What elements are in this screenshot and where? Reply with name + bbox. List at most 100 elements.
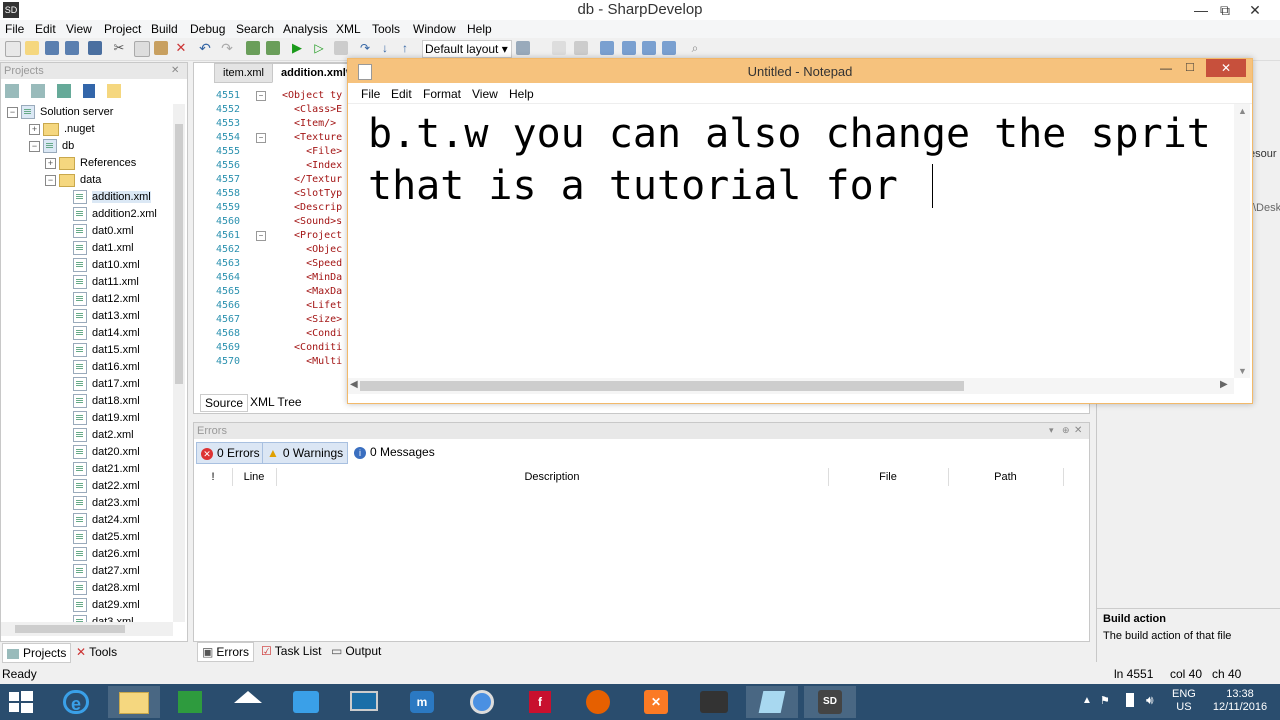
fold-toggle-icon[interactable]: − <box>256 91 266 101</box>
tree-item[interactable]: dat20.xml <box>73 444 140 461</box>
expand-toggle-icon[interactable]: − <box>45 174 56 186</box>
errors-filter-button[interactable]: ✕ 0 Errors <box>196 442 265 464</box>
properties-icon[interactable] <box>83 84 95 98</box>
tab-projects[interactable]: Projects <box>2 643 72 663</box>
tree-item[interactable]: dat15.xml <box>73 342 140 359</box>
comment-icon[interactable] <box>552 41 566 55</box>
notepad-hscroll-thumb[interactable] <box>360 381 964 391</box>
notepad-menu-edit[interactable]: Edit <box>391 87 412 101</box>
indent-icon[interactable] <box>574 41 588 55</box>
taskbar-sharpdevelop[interactable]: SD <box>804 686 856 718</box>
volume-icon[interactable]: 🔊︎ <box>1146 693 1154 708</box>
tree-item[interactable]: dat18.xml <box>73 393 140 410</box>
taskbar-maxthon[interactable]: m <box>396 686 448 718</box>
expand-toggle-icon[interactable]: + <box>29 123 40 135</box>
tree-item[interactable]: + References <box>45 155 136 172</box>
scroll-up-icon[interactable]: ▲ <box>1238 106 1247 116</box>
column-description[interactable]: Description <box>276 468 829 486</box>
tree-item[interactable]: addition2.xml <box>73 206 157 223</box>
notepad-menu-file[interactable]: File <box>361 87 380 101</box>
redo-icon[interactable]: ↷ <box>220 41 234 55</box>
clock[interactable]: 13:38 12/11/2016 <box>1210 688 1270 714</box>
tree-item[interactable]: dat16.xml <box>73 359 140 376</box>
tree-item[interactable]: addition.xml <box>73 189 151 206</box>
notepad-minimize-button[interactable]: — <box>1160 61 1172 75</box>
taskbar-firefox[interactable] <box>572 686 624 718</box>
tab-xml-tree[interactable]: XML Tree <box>246 394 306 410</box>
language-indicator[interactable]: ENG US <box>1172 688 1196 714</box>
notepad-menu-view[interactable]: View <box>472 87 498 101</box>
taskbar-store[interactable] <box>164 686 216 718</box>
new-file-icon[interactable] <box>5 41 21 57</box>
paste-icon[interactable] <box>154 41 168 55</box>
taskbar-file-explorer[interactable] <box>108 686 160 718</box>
pad-close-icon[interactable]: ✕ <box>171 65 179 76</box>
tree-item[interactable]: dat21.xml <box>73 461 140 478</box>
scroll-left-icon[interactable]: ◀ <box>350 379 358 390</box>
step-into-icon[interactable]: ↓ <box>378 41 392 55</box>
save-as-icon[interactable] <box>88 41 102 55</box>
expand-toggle-icon[interactable]: − <box>29 140 40 152</box>
notepad-menu-help[interactable]: Help <box>509 87 534 101</box>
tree-scroll-thumb[interactable] <box>175 124 183 384</box>
menu-search[interactable]: Search <box>236 22 274 36</box>
tab-addition-xml[interactable]: addition.xml* <box>272 63 360 83</box>
delete-icon[interactable]: ✕ <box>174 41 188 55</box>
menu-window[interactable]: Window <box>413 22 456 36</box>
tree-item[interactable]: dat23.xml <box>73 495 140 512</box>
tree-horizontal-scrollbar[interactable] <box>1 622 173 636</box>
menu-project[interactable]: Project <box>104 22 141 36</box>
menu-view[interactable]: View <box>66 22 92 36</box>
tree-item[interactable]: dat28.xml <box>73 580 140 597</box>
column-severity[interactable]: ! <box>194 468 233 486</box>
close-button[interactable]: ✕ <box>1240 0 1270 20</box>
tree-item[interactable]: dat27.xml <box>73 563 140 580</box>
errors-close-icon[interactable]: ✕ <box>1074 425 1082 436</box>
bookmark-icon[interactable] <box>516 41 530 55</box>
scroll-right-icon[interactable]: ▶ <box>1220 379 1228 390</box>
bookmark-next-icon[interactable] <box>642 41 656 55</box>
refresh-icon[interactable] <box>31 84 45 98</box>
run-without-debug-icon[interactable]: ▷ <box>312 41 326 55</box>
menu-help[interactable]: Help <box>467 22 492 36</box>
tree-item[interactable]: − db <box>29 138 74 155</box>
scroll-down-icon[interactable]: ▼ <box>1238 366 1247 376</box>
tree-item[interactable]: dat3.xml <box>73 614 134 622</box>
menu-tools[interactable]: Tools <box>372 22 400 36</box>
tree-item[interactable]: dat11.xml <box>73 274 139 291</box>
open-folder-icon[interactable] <box>25 41 39 55</box>
maximize-button[interactable]: ⧉ <box>1210 0 1240 20</box>
notepad-menu-format[interactable]: Format <box>423 87 461 101</box>
expand-toggle-icon[interactable]: − <box>7 106 18 118</box>
notepad-text-area[interactable]: b.t.w you can also change the sprit that… <box>348 104 1234 378</box>
tab-tools[interactable]: ✕ Tools <box>72 643 121 661</box>
tree-hscroll-thumb[interactable] <box>15 625 125 633</box>
undo-icon[interactable]: ↶ <box>198 41 212 55</box>
bookmark-toggle-icon[interactable] <box>600 41 614 55</box>
tab-output[interactable]: ▭ Output <box>327 642 385 660</box>
taskbar-mail[interactable] <box>280 686 332 718</box>
save-all-icon[interactable] <box>65 41 79 55</box>
notepad-horizontal-scrollbar[interactable]: ◀ ▶ <box>348 378 1234 394</box>
find-icon[interactable]: ⌕ <box>688 41 702 55</box>
build-all-icon[interactable] <box>266 41 280 55</box>
notepad-vertical-scrollbar[interactable]: ▲ ▼ <box>1234 104 1250 378</box>
notepad-close-button[interactable]: ✕ <box>1206 59 1246 77</box>
sync-icon[interactable] <box>57 84 71 98</box>
tree-item[interactable]: dat0.xml <box>73 223 134 240</box>
taskbar-app-game[interactable] <box>688 686 740 718</box>
collapse-all-icon[interactable] <box>5 84 19 98</box>
tree-item[interactable]: dat14.xml <box>73 325 140 342</box>
taskbar-home[interactable] <box>222 686 274 718</box>
tree-item[interactable]: dat2.xml <box>73 427 134 444</box>
pad-menu-icon[interactable]: ▾ <box>1049 425 1054 436</box>
open-folder-icon[interactable] <box>107 84 121 98</box>
taskbar-notepad[interactable] <box>746 686 798 718</box>
tab-errors[interactable]: ▣ Errors <box>197 642 255 662</box>
tab-item-xml[interactable]: item.xml <box>214 63 273 83</box>
taskbar-internet-explorer[interactable]: e <box>50 686 102 718</box>
notepad-maximize-button[interactable]: □ <box>1186 59 1194 74</box>
menu-file[interactable]: File <box>5 22 24 36</box>
taskbar-flash[interactable]: f <box>514 686 566 718</box>
taskbar-xampp[interactable]: ✕ <box>630 686 682 718</box>
